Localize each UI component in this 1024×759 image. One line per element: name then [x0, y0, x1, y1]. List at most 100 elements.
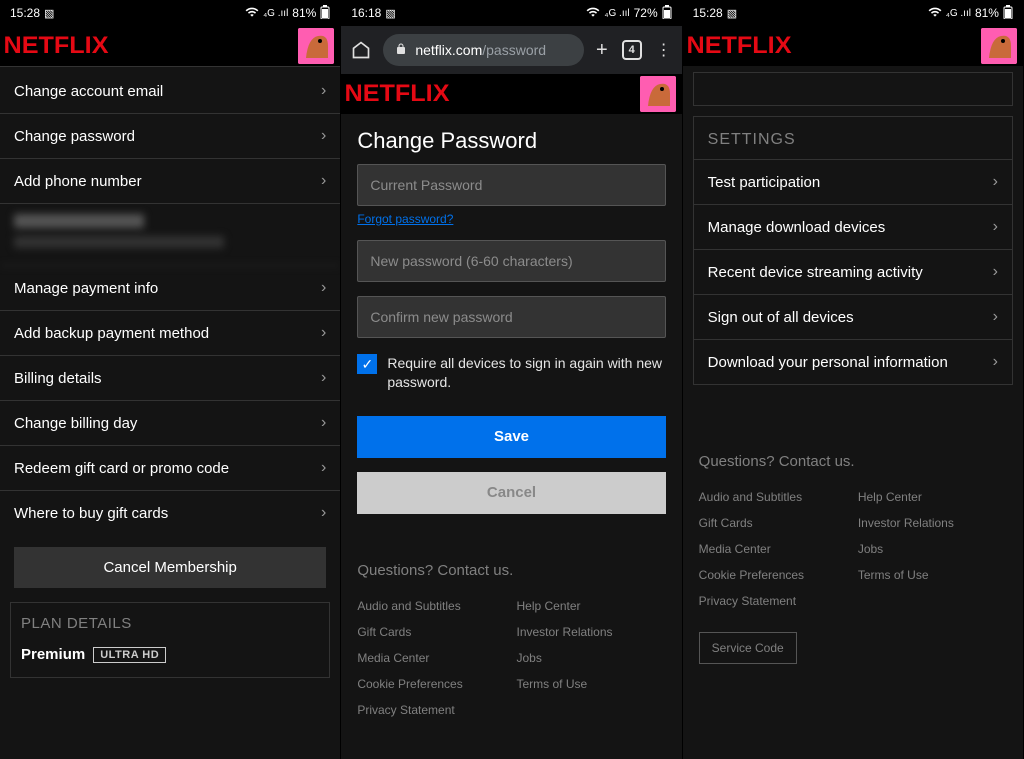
- row-label: Billing details: [14, 370, 102, 387]
- footer-link[interactable]: Privacy Statement: [699, 594, 848, 608]
- uhd-badge: ULTRA HD: [93, 647, 166, 663]
- chevron-right-icon: ›: [321, 504, 326, 522]
- plan-row: Premium ULTRA HD: [21, 642, 319, 673]
- chevron-right-icon: ›: [321, 127, 326, 145]
- panel-change-password: 16:18 ▧ ₄G .ııl 72% netflix.com/password…: [341, 0, 682, 759]
- footer: Questions? Contact us. Audio and Subtitl…: [341, 528, 681, 727]
- chevron-right-icon: ›: [993, 308, 998, 326]
- footer-link[interactable]: Jobs: [858, 542, 1007, 556]
- footer-link[interactable]: Cookie Preferences: [357, 677, 506, 691]
- screenshot-icon: ▧: [385, 7, 395, 20]
- row-label: Redeem gift card or promo code: [14, 460, 229, 477]
- menu-icon[interactable]: ⋮: [656, 40, 672, 60]
- chevron-right-icon: ›: [321, 82, 326, 100]
- netflix-logo[interactable]: NETFLIX: [345, 80, 450, 108]
- chevron-right-icon: ›: [993, 173, 998, 191]
- checkbox-checked-icon[interactable]: ✓: [357, 354, 377, 374]
- chevron-right-icon: ›: [321, 172, 326, 190]
- row-manage-payment[interactable]: Manage payment info ›: [0, 266, 340, 311]
- row-redeem-gift[interactable]: Redeem gift card or promo code ›: [0, 446, 340, 491]
- footer-link[interactable]: Terms of Use: [516, 677, 665, 691]
- row-billing-day[interactable]: Change billing day ›: [0, 401, 340, 446]
- page-title: Change Password: [341, 114, 681, 164]
- previous-section-bottom: [693, 72, 1013, 106]
- row-label: Change password: [14, 128, 135, 145]
- footer: Questions? Contact us. Audio and Subtitl…: [683, 385, 1023, 674]
- cancel-button[interactable]: Cancel: [357, 472, 665, 514]
- footer-link[interactable]: Media Center: [699, 542, 848, 556]
- row-backup-payment[interactable]: Add backup payment method ›: [0, 311, 340, 356]
- row-manage-download-devices[interactable]: Manage download devices ›: [694, 205, 1012, 250]
- wifi-icon: [928, 5, 942, 22]
- status-time: 15:28: [693, 6, 723, 20]
- footer-link[interactable]: Investor Relations: [858, 516, 1007, 530]
- blurred-payment-info: [0, 204, 340, 266]
- row-test-participation[interactable]: Test participation ›: [694, 160, 1012, 205]
- footer-link[interactable]: Help Center: [858, 490, 1007, 504]
- row-download-personal-info[interactable]: Download your personal information ›: [694, 340, 1012, 384]
- battery-text: 72%: [634, 6, 658, 20]
- panel-settings: 15:28 ▧ ₄G .ııl 81% NETFLIX SETTINGS Tes…: [683, 0, 1024, 759]
- profile-avatar[interactable]: [298, 28, 334, 64]
- home-icon[interactable]: [351, 40, 371, 60]
- row-billing-details[interactable]: Billing details ›: [0, 356, 340, 401]
- plan-name: Premium: [21, 646, 85, 663]
- change-password-form: Forgot password? ✓ Require all devices t…: [341, 164, 681, 514]
- new-password-input[interactable]: [357, 240, 665, 282]
- footer-link[interactable]: Cookie Preferences: [699, 568, 848, 582]
- service-code-button[interactable]: Service Code: [699, 632, 797, 664]
- profile-avatar[interactable]: [640, 76, 676, 112]
- row-change-password[interactable]: Change password ›: [0, 114, 340, 159]
- footer-link[interactable]: Jobs: [516, 651, 665, 665]
- questions-title[interactable]: Questions? Contact us.: [357, 562, 665, 579]
- statusbar: 15:28 ▧ ₄G .ııl 81%: [0, 0, 340, 26]
- browser-bar: netflix.com/password + 4 ⋮: [341, 26, 681, 74]
- battery-text: 81%: [975, 6, 999, 20]
- profile-avatar[interactable]: [981, 28, 1017, 64]
- row-recent-streaming[interactable]: Recent device streaming activity ›: [694, 250, 1012, 295]
- signal-icon: ₄G .ııl: [604, 8, 629, 19]
- footer-link[interactable]: Terms of Use: [858, 568, 1007, 582]
- confirm-password-input[interactable]: [357, 296, 665, 338]
- battery-icon: [1003, 5, 1013, 22]
- section-title: PLAN DETAILS: [21, 615, 319, 632]
- row-signout-all[interactable]: Sign out of all devices ›: [694, 295, 1012, 340]
- tab-count[interactable]: 4: [622, 40, 642, 60]
- url-domain: netflix.com: [415, 42, 482, 58]
- netflix-logo[interactable]: NETFLIX: [4, 32, 109, 60]
- footer-link[interactable]: Privacy Statement: [357, 703, 506, 717]
- new-tab-icon[interactable]: +: [596, 39, 608, 62]
- save-button[interactable]: Save: [357, 416, 665, 458]
- signal-icon: ₄G .ııl: [946, 8, 971, 19]
- battery-text: 81%: [292, 6, 316, 20]
- footer-link[interactable]: Investor Relations: [516, 625, 665, 639]
- footer-link[interactable]: Help Center: [516, 599, 665, 613]
- footer-link[interactable]: Media Center: [357, 651, 506, 665]
- row-change-email[interactable]: Change account email ›: [0, 69, 340, 114]
- row-label: Add backup payment method: [14, 325, 209, 342]
- footer-link[interactable]: Gift Cards: [357, 625, 506, 639]
- row-label: Change account email: [14, 83, 163, 100]
- row-label: Manage payment info: [14, 280, 158, 297]
- row-label: Manage download devices: [708, 219, 886, 236]
- row-add-phone[interactable]: Add phone number ›: [0, 159, 340, 204]
- url-path: /password: [482, 42, 546, 58]
- netflix-header: NETFLIX: [683, 26, 1023, 66]
- netflix-logo[interactable]: NETFLIX: [686, 32, 791, 60]
- footer-link[interactable]: Audio and Subtitles: [357, 599, 506, 613]
- wifi-icon: [245, 5, 259, 22]
- chevron-right-icon: ›: [993, 218, 998, 236]
- questions-title[interactable]: Questions? Contact us.: [699, 453, 1007, 470]
- current-password-input[interactable]: [357, 164, 665, 206]
- footer-link[interactable]: Gift Cards: [699, 516, 848, 530]
- forgot-password-link[interactable]: Forgot password?: [357, 212, 453, 226]
- section-title: SETTINGS: [694, 127, 1012, 159]
- cancel-membership-button[interactable]: Cancel Membership: [14, 547, 326, 588]
- footer-link[interactable]: Audio and Subtitles: [699, 490, 848, 504]
- require-signin-checkbox-row[interactable]: ✓ Require all devices to sign in again w…: [357, 354, 665, 392]
- row-label: Add phone number: [14, 173, 142, 190]
- wifi-icon: [586, 5, 600, 22]
- row-buy-gift-cards[interactable]: Where to buy gift cards ›: [0, 491, 340, 535]
- chevron-right-icon: ›: [321, 324, 326, 342]
- url-bar[interactable]: netflix.com/password: [383, 34, 584, 66]
